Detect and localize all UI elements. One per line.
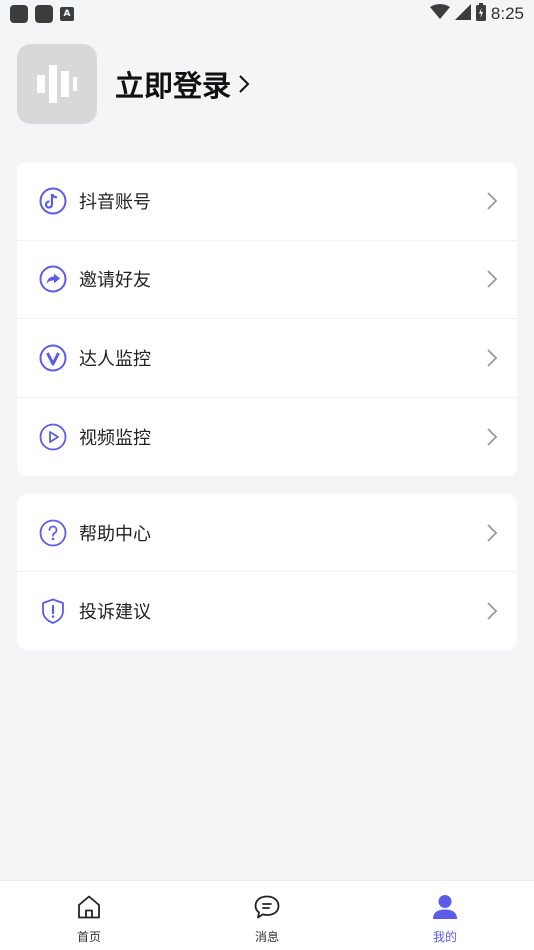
share-icon	[39, 265, 67, 293]
menu-item-invite-friends[interactable]: 邀请好友	[17, 241, 517, 319]
menu-item-label: 邀请好友	[79, 270, 151, 292]
status-bar: A 8:25	[0, 0, 534, 28]
menu-item-label: 抖音账号	[79, 191, 151, 213]
wifi-icon	[429, 4, 450, 24]
login-link[interactable]: 立即登录	[115, 63, 231, 105]
menu-item-complaints[interactable]: 投诉建议	[17, 572, 517, 650]
menu-item-label: 帮助中心	[79, 523, 151, 545]
chevron-right-icon	[483, 523, 501, 542]
nav-label: 首页	[76, 930, 101, 944]
app-notification-icon	[10, 5, 28, 23]
nav-tab-home[interactable]: 首页	[0, 881, 178, 950]
help-icon	[39, 519, 67, 547]
profile-header[interactable]: 立即登录	[17, 44, 251, 124]
user-icon	[431, 893, 459, 925]
chevron-right-icon	[483, 270, 501, 288]
chevron-right-icon	[483, 602, 501, 620]
home-icon	[75, 893, 103, 925]
chevron-right-icon	[483, 192, 501, 210]
menu-item-douyin-account[interactable]: 抖音账号	[17, 162, 517, 241]
play-icon	[39, 423, 67, 451]
nav-label: 我的	[432, 930, 457, 944]
shield-alert-icon	[39, 597, 67, 625]
douyin-icon	[39, 187, 67, 215]
nav-tab-messages[interactable]: 消息	[178, 881, 356, 950]
battery-icon	[475, 3, 486, 25]
chevron-right-icon[interactable]	[237, 73, 251, 95]
chevron-right-icon	[483, 349, 501, 367]
app-logo-icon[interactable]	[17, 44, 97, 124]
status-notifications: A	[10, 5, 74, 23]
signal-icon	[454, 4, 471, 24]
chevron-right-icon	[483, 428, 501, 446]
menu-item-video-monitor[interactable]: 视频监控	[17, 398, 517, 477]
status-system: 8:25	[429, 3, 524, 25]
menu-item-label: 视频监控	[79, 427, 151, 449]
clock: 8:25	[490, 4, 524, 23]
v-badge-icon	[39, 344, 67, 372]
nav-tab-profile[interactable]: 我的	[356, 881, 534, 950]
menu-item-help-center[interactable]: 帮助中心	[17, 494, 517, 572]
menu-item-influencer-monitor[interactable]: 达人监控	[17, 319, 517, 398]
a-notification-icon: A	[60, 7, 74, 21]
menu-card-support: 帮助中心 投诉建议	[17, 494, 517, 650]
nav-label: 消息	[254, 930, 279, 944]
menu-item-label: 达人监控	[79, 348, 151, 370]
menu-card-primary: 抖音账号 邀请好友 达人监控 视频监控	[17, 162, 517, 476]
app-notification-icon	[35, 5, 53, 23]
message-icon	[253, 893, 281, 925]
bottom-nav: 首页 消息 我的	[0, 880, 534, 950]
menu-item-label: 投诉建议	[79, 602, 151, 623]
